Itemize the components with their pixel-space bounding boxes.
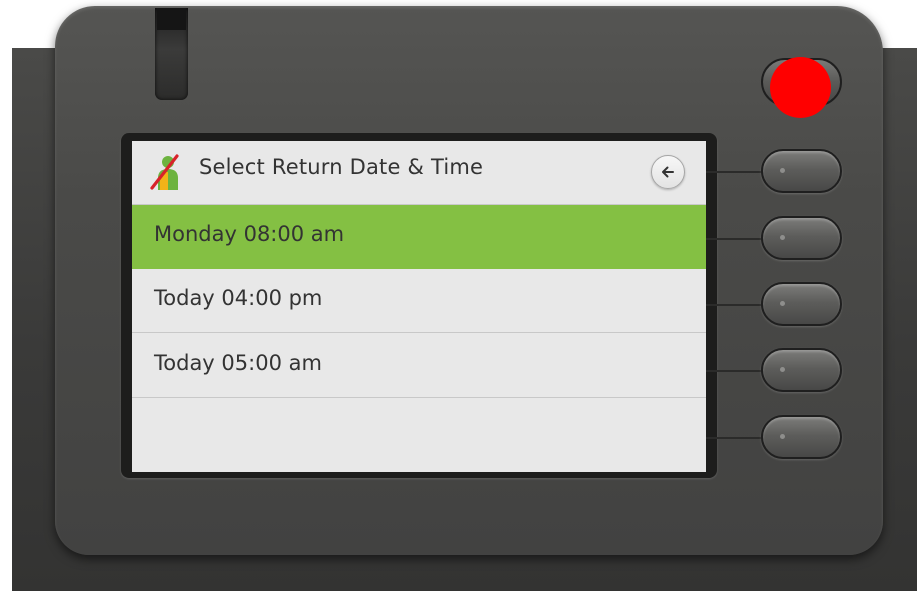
phone-display: Select Return Date & Time Monday 08:00 a… bbox=[132, 141, 706, 472]
softkey-5[interactable] bbox=[761, 415, 842, 459]
softkey-connector bbox=[706, 238, 763, 240]
softkey-dot bbox=[780, 301, 785, 306]
softkey-connector bbox=[706, 437, 763, 439]
menu-item-label: Today 04:00 pm bbox=[154, 286, 323, 310]
softkey-dot bbox=[780, 434, 785, 439]
back-button[interactable] bbox=[651, 155, 685, 189]
screen-header: Select Return Date & Time bbox=[132, 141, 706, 205]
softkey-2[interactable] bbox=[761, 216, 842, 260]
menu-item-label: Monday 08:00 am bbox=[154, 222, 345, 246]
softkey-4[interactable] bbox=[761, 348, 842, 392]
click-marker bbox=[770, 57, 831, 118]
softkey-dot bbox=[780, 168, 785, 173]
softkey-connector bbox=[706, 370, 763, 372]
menu-item-monday-0800[interactable]: Monday 08:00 am bbox=[132, 205, 706, 269]
user-unavailable-icon bbox=[150, 154, 182, 190]
message-waiting-indicator bbox=[155, 8, 188, 100]
menu-item-today-1600[interactable]: Today 04:00 pm bbox=[132, 269, 706, 333]
softkey-dot bbox=[780, 235, 785, 240]
back-arrow-icon bbox=[662, 166, 674, 178]
softkey-connector bbox=[706, 304, 763, 306]
menu-item-label: Today 05:00 am bbox=[154, 351, 322, 375]
menu-item-today-0500[interactable]: Today 05:00 am bbox=[132, 334, 706, 398]
menu-item-empty bbox=[132, 399, 706, 463]
softkey-dot bbox=[780, 367, 785, 372]
softkey-3[interactable] bbox=[761, 282, 842, 326]
screen-title: Select Return Date & Time bbox=[199, 155, 484, 179]
softkey-1[interactable] bbox=[761, 149, 842, 193]
softkey-connector bbox=[706, 171, 763, 173]
